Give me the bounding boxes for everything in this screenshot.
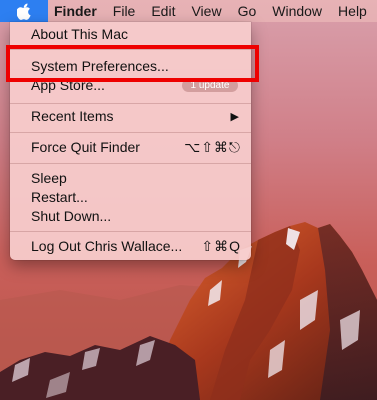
menubar-file[interactable]: File bbox=[105, 3, 144, 19]
menubar-edit[interactable]: Edit bbox=[143, 3, 183, 19]
log-out-item[interactable]: Log Out Chris Wallace... ⇧⌘Q bbox=[10, 236, 251, 256]
menubar-view[interactable]: View bbox=[183, 3, 229, 19]
restart-label: Restart... bbox=[31, 189, 88, 205]
shut-down-item[interactable]: Shut Down... bbox=[10, 206, 251, 226]
force-quit-item[interactable]: Force Quit Finder ⌥⇧⌘⎋ bbox=[10, 137, 251, 157]
apple-menu-button[interactable] bbox=[0, 0, 48, 22]
log-out-shortcut: ⇧⌘Q bbox=[201, 237, 241, 254]
menubar-help[interactable]: Help bbox=[330, 3, 375, 19]
menu-separator bbox=[10, 103, 251, 104]
menubar-go[interactable]: Go bbox=[230, 3, 265, 19]
force-quit-shortcut: ⌥⇧⌘⎋ bbox=[184, 138, 241, 155]
force-quit-label: Force Quit Finder bbox=[31, 139, 140, 155]
menu-bar: Finder File Edit View Go Window Help bbox=[0, 0, 377, 22]
about-this-mac-item[interactable]: About This Mac bbox=[10, 24, 251, 44]
menubar-window[interactable]: Window bbox=[264, 3, 330, 19]
log-out-label: Log Out Chris Wallace... bbox=[31, 238, 183, 254]
about-this-mac-label: About This Mac bbox=[31, 26, 129, 42]
menu-separator bbox=[10, 132, 251, 133]
apple-logo-icon bbox=[16, 3, 31, 20]
restart-item[interactable]: Restart... bbox=[10, 187, 251, 207]
sleep-item[interactable]: Sleep bbox=[10, 168, 251, 188]
shut-down-label: Shut Down... bbox=[31, 208, 112, 224]
submenu-arrow-icon: ▶ bbox=[230, 110, 239, 123]
sleep-label: Sleep bbox=[31, 170, 67, 186]
recent-items-item[interactable]: Recent Items ▶ bbox=[10, 106, 251, 126]
menubar-finder[interactable]: Finder bbox=[48, 3, 105, 19]
menu-separator bbox=[10, 231, 251, 232]
recent-items-label: Recent Items bbox=[31, 108, 114, 124]
highlight-box bbox=[6, 45, 259, 82]
menu-separator bbox=[10, 163, 251, 164]
